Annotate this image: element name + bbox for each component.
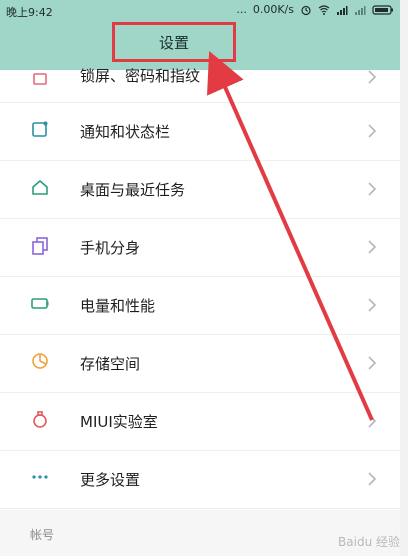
notification-icon: [32, 121, 48, 137]
list-item[interactable]: 桌面与最近任务: [0, 161, 400, 219]
list-item-label: 手机分身: [80, 239, 141, 257]
chevron-right-icon: [368, 356, 377, 370]
signal-icon: [355, 5, 366, 15]
lab-icon: [33, 411, 47, 428]
battery-icon: [372, 4, 393, 15]
list-item[interactable]: 更多设置: [0, 451, 400, 509]
storage-icon: [32, 353, 48, 369]
list-item-label: 更多设置: [80, 471, 141, 489]
status-icons: ... 0.00K/s: [236, 3, 394, 16]
section-title: 帐号: [30, 528, 55, 542]
list-item-label: 电量和性能: [80, 297, 156, 315]
alarm-icon: [301, 5, 311, 15]
status-dots: ...: [236, 3, 247, 16]
list-item[interactable]: 存储空间: [0, 335, 400, 393]
list-item-label: 存储空间: [80, 355, 141, 373]
status-bar: 晚上9:42 ... 0.00K/s: [0, 0, 400, 22]
chevron-right-icon: [368, 124, 377, 138]
list-item[interactable]: 锁屏、密码和指纹: [0, 45, 400, 103]
list-item[interactable]: MIUI实验室: [0, 393, 400, 451]
chevron-right-icon: [368, 70, 377, 84]
status-time: 晚上9:42: [6, 6, 53, 19]
lock-icon: [33, 73, 47, 85]
more-icon: [32, 475, 48, 479]
home-icon: [32, 180, 48, 195]
list-item-label: 桌面与最近任务: [80, 181, 186, 199]
list-item[interactable]: 手机分身: [0, 219, 400, 277]
chevron-right-icon: [368, 182, 377, 196]
chevron-right-icon: [368, 240, 377, 254]
chevron-right-icon: [368, 298, 377, 312]
chevron-right-icon: [368, 472, 377, 486]
list-item[interactable]: 电量和性能: [0, 277, 400, 335]
watermark: Baidu 经验: [338, 535, 400, 549]
list-item[interactable]: 通知和状态栏: [0, 103, 400, 161]
list-item-label: MIUI实验室: [80, 413, 158, 431]
signal-icon: [337, 5, 348, 15]
battery-icon: [31, 298, 49, 309]
list-item-label: 通知和状态栏: [80, 123, 171, 141]
list-item-label: 锁屏、密码和指纹: [80, 67, 201, 85]
scrollbar[interactable]: [400, 0, 408, 556]
network-speed: 0.00K/s: [252, 3, 294, 16]
chevron-right-icon: [368, 414, 377, 428]
wifi-icon: [318, 4, 330, 15]
clone-icon: [32, 237, 48, 255]
settings-list: 锁屏、密码和指纹 通知和状态栏 桌面与最近任务 手机分身 电量和性能 存储空间 …: [0, 67, 400, 510]
